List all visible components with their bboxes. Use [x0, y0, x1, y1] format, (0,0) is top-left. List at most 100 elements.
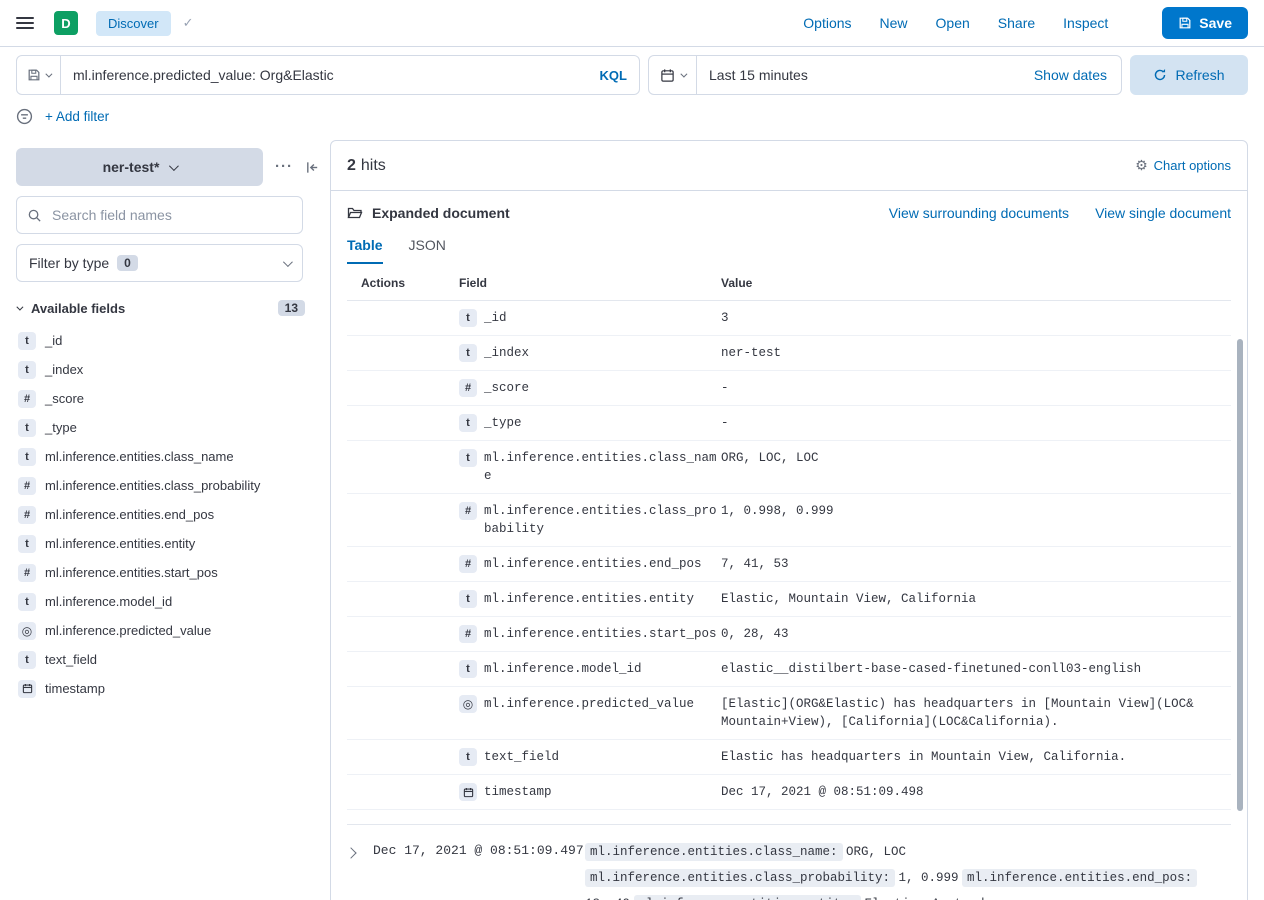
row-field-value: -	[721, 379, 1231, 397]
share-link[interactable]: Share	[998, 15, 1035, 31]
text-field-icon: t	[18, 535, 36, 553]
document-tabs: Table JSON	[347, 237, 1231, 264]
chart-options-button[interactable]: ⚙ Chart options	[1135, 157, 1231, 174]
collapse-sidebar-icon[interactable]	[305, 160, 320, 175]
field-list-item[interactable]: t_index	[16, 355, 320, 384]
row-field-name: ml.inference.entities.class_name	[484, 449, 718, 485]
row-field-name: ml.inference.entities.end_pos	[484, 555, 702, 573]
field-name: text_field	[45, 652, 97, 667]
row-field-value: 1, 0.998, 0.999	[721, 502, 1231, 520]
row-field-value: 7, 41, 53	[721, 555, 1231, 573]
doc-table-row: tml.inference.entities.entityElastic, Mo…	[347, 582, 1231, 617]
row-field-name: _id	[484, 309, 507, 327]
date-picker-menu-button[interactable]	[649, 56, 697, 94]
query-language-button[interactable]: KQL	[588, 68, 639, 83]
row-field-cell: t ml.inference.entities.class_name	[459, 449, 721, 485]
doc-table-row: #ml.inference.entities.end_pos7, 41, 53	[347, 547, 1231, 582]
doc-table-body: t_id3t_indexner-test#_score - t_type - t…	[347, 301, 1231, 810]
field-list-item[interactable]: #ml.inference.entities.start_pos	[16, 558, 320, 587]
source-field-badge: ml.inference.entities.class_name:	[585, 843, 843, 861]
vertical-scrollbar[interactable]	[1237, 339, 1243, 811]
time-picker-group: Last 15 minutes Show dates	[648, 55, 1122, 95]
options-link[interactable]: Options	[803, 15, 851, 31]
field-list-item[interactable]: tml.inference.model_id	[16, 587, 320, 616]
date-field-icon	[459, 783, 477, 801]
query-input-group: KQL	[16, 55, 640, 95]
refresh-icon	[1153, 68, 1167, 82]
filter-icon[interactable]	[16, 108, 33, 125]
save-icon	[1178, 16, 1192, 30]
chevron-right-icon	[345, 847, 356, 858]
source-field-badge: ml.inference.entities.entity:	[634, 895, 862, 900]
row-field-cell: t_id	[459, 309, 721, 327]
query-input[interactable]	[61, 67, 588, 83]
field-list-item[interactable]: t text_field	[16, 645, 320, 674]
field-list-item[interactable]: timestamp	[16, 674, 320, 703]
annotated-field-icon: ◎	[18, 622, 36, 640]
expanded-document-section: Expanded document View surrounding docum…	[331, 191, 1247, 900]
breadcrumb[interactable]: Discover	[96, 11, 171, 36]
add-filter-button[interactable]: + Add filter	[45, 109, 109, 124]
chevron-down-icon	[169, 161, 179, 171]
index-pattern-switcher[interactable]: ner-test*	[16, 148, 263, 186]
refresh-button[interactable]: Refresh	[1130, 55, 1248, 95]
gear-icon: ⚙	[1135, 157, 1148, 174]
inspect-link[interactable]: Inspect	[1063, 15, 1108, 31]
expanded-document-title: Expanded document	[347, 205, 510, 221]
field-list-item[interactable]: #ml.inference.entities.class_probability	[16, 471, 320, 500]
field-search-input[interactable]	[50, 206, 292, 224]
space-avatar[interactable]: D	[54, 11, 78, 35]
field-options-icon[interactable]: ···	[275, 162, 293, 172]
hits-bar: 2 hits ⚙ Chart options	[331, 141, 1247, 191]
source-field-value: 1, 0.999	[899, 871, 959, 885]
row-field-name: ml.inference.model_id	[484, 660, 642, 678]
number-field-icon: #	[459, 502, 477, 520]
field-list-item[interactable]: t ml.inference.entities.entity	[16, 529, 320, 558]
text-field-icon: t	[18, 361, 36, 379]
search-icon	[27, 208, 42, 223]
row-field-value: 3	[721, 309, 1231, 327]
hits-label: hits	[361, 157, 386, 175]
filter-by-type-dropdown[interactable]: Filter by type 0	[16, 244, 303, 282]
row-field-cell: t _type	[459, 414, 721, 432]
text-field-icon: t	[459, 414, 477, 432]
text-field-icon: t	[18, 651, 36, 669]
field-name: timestamp	[45, 681, 105, 696]
text-field-icon: t	[459, 449, 477, 467]
field-list-item[interactable]: t_id	[16, 326, 320, 355]
menu-icon[interactable]	[16, 17, 34, 29]
tab-json[interactable]: JSON	[409, 237, 446, 264]
source-field-badge: ml.inference.entities.end_pos:	[962, 869, 1197, 887]
expand-document-toggle[interactable]	[347, 839, 373, 860]
field-list-item[interactable]: t_type	[16, 413, 320, 442]
doc-table-header: Actions Field Value	[347, 276, 1231, 301]
filter-bar: + Add filter	[16, 104, 109, 128]
check-icon: ✓	[183, 15, 194, 31]
document-timestamp: Dec 17, 2021 @ 08:51:09.497	[373, 839, 585, 861]
row-field-cell: t_index	[459, 344, 721, 362]
view-surrounding-documents-link[interactable]: View surrounding documents	[889, 205, 1069, 221]
field-name: ml.inference.model_id	[45, 594, 172, 609]
open-link[interactable]: Open	[936, 15, 970, 31]
saved-query-menu-button[interactable]	[17, 56, 61, 94]
new-link[interactable]: New	[880, 15, 908, 31]
document-list-row: Dec 17, 2021 @ 08:51:09.497 ml.inference…	[347, 825, 1231, 900]
number-field-icon: #	[18, 564, 36, 582]
field-list-item[interactable]: #ml.inference.entities.end_pos	[16, 500, 320, 529]
tab-table[interactable]: Table	[347, 237, 383, 264]
row-field-name: _type	[484, 414, 522, 432]
field-name: ml.inference.entities.class_name	[45, 449, 234, 464]
time-range-value[interactable]: Last 15 minutes	[697, 67, 1020, 83]
doc-table-row: tml.inference.model_idelastic__distilber…	[347, 652, 1231, 687]
row-field-value: ORG, LOC, LOC	[721, 449, 1231, 467]
field-list-item[interactable]: tml.inference.entities.class_name	[16, 442, 320, 471]
field-name: ml.inference.entities.entity	[45, 536, 195, 551]
save-button[interactable]: Save	[1162, 7, 1248, 39]
available-fields-header[interactable]: Available fields 13	[16, 300, 305, 316]
field-list-item[interactable]: #_score	[16, 384, 320, 413]
view-single-document-link[interactable]: View single document	[1095, 205, 1231, 221]
field-list-item[interactable]: ◎ml.inference.predicted_value	[16, 616, 320, 645]
doc-source-snippet[interactable]: ml.inference.entities.class_name: ORG, L…	[585, 839, 1231, 900]
show-dates-button[interactable]: Show dates	[1020, 67, 1121, 83]
row-field-cell: #ml.inference.entities.end_pos	[459, 555, 721, 573]
